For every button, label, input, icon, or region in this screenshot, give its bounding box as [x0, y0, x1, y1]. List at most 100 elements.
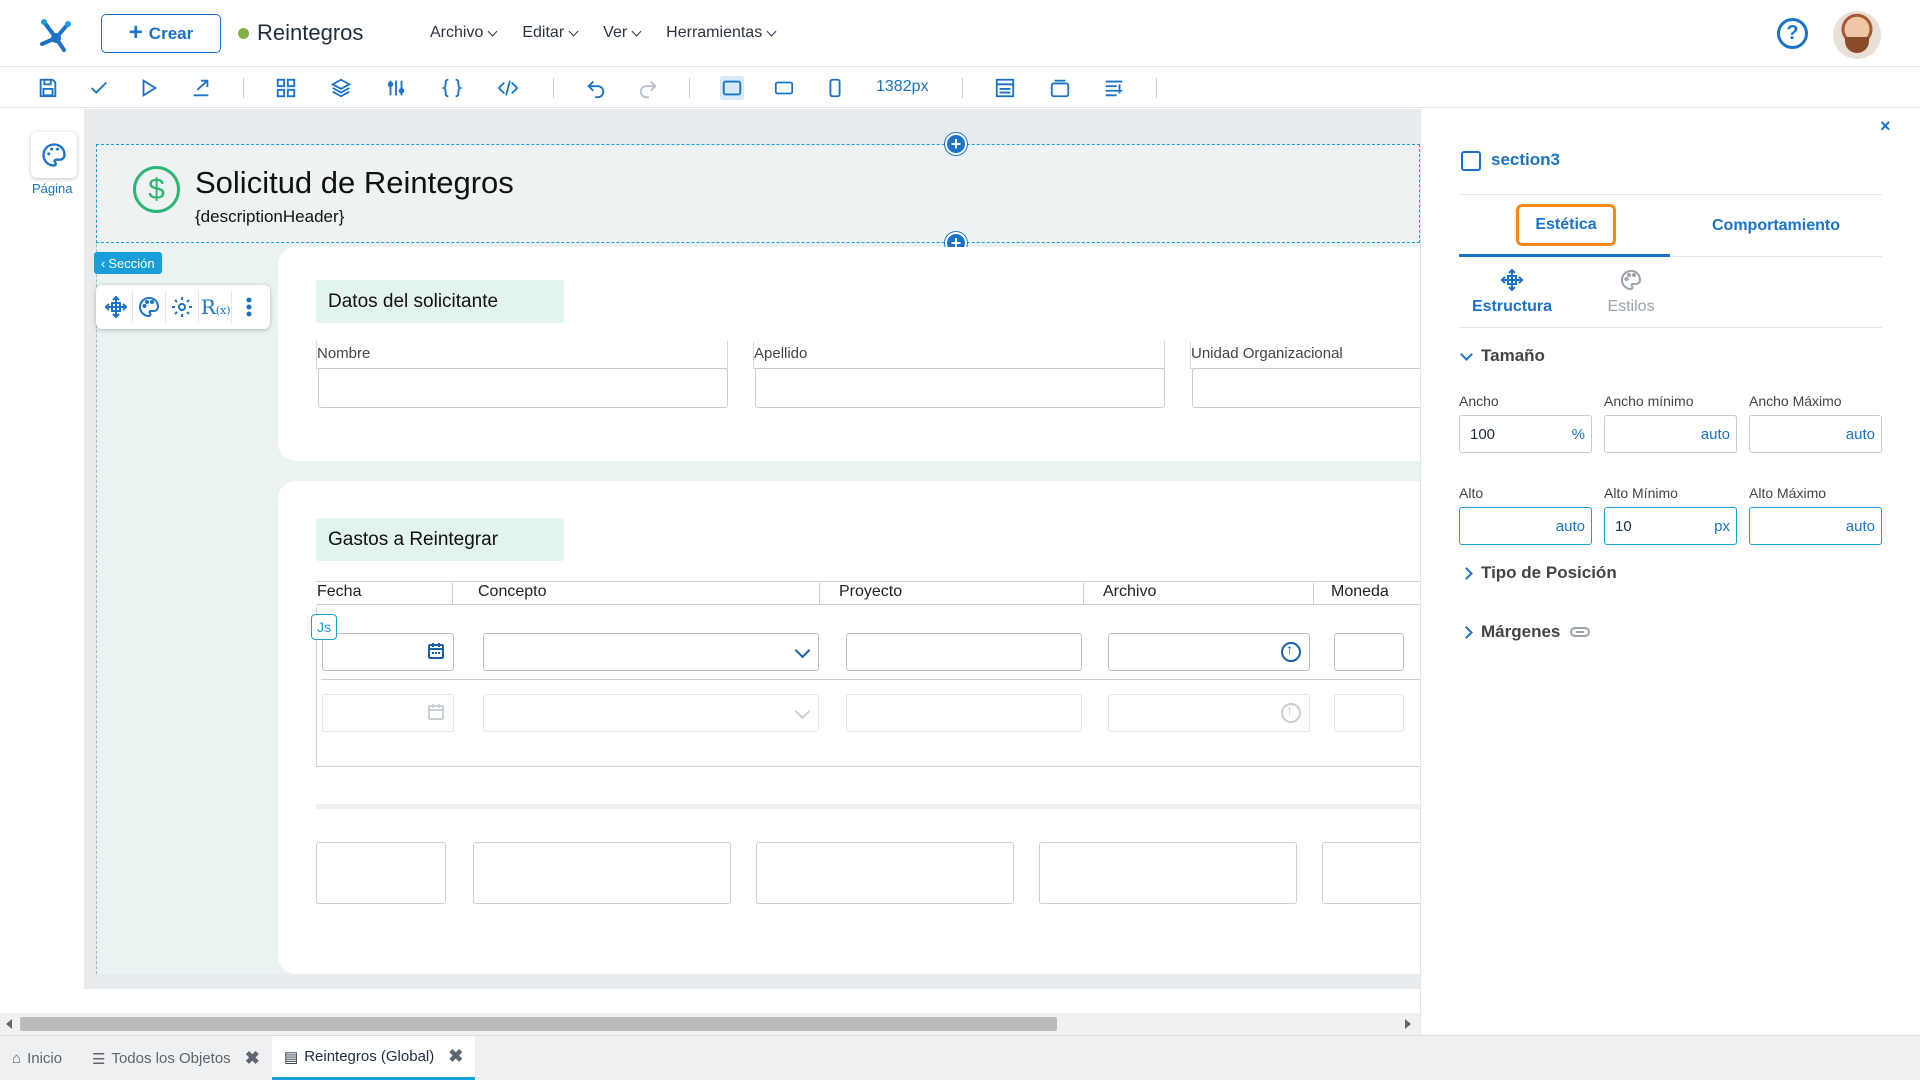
tab-todos-label: Todos los Objetos: [111, 1050, 231, 1067]
nombre-input[interactable]: [318, 368, 728, 408]
tab-comportamiento[interactable]: Comportamiento: [1712, 217, 1840, 235]
code-icon[interactable]: [496, 76, 520, 100]
field-frame: [316, 341, 728, 369]
tab-estetica[interactable]: Estética: [1516, 204, 1616, 246]
menu-ver[interactable]: Ver: [603, 24, 642, 42]
scroll-right-icon[interactable]: [1405, 1019, 1411, 1029]
menu-herramientas[interactable]: Herramientas: [666, 24, 777, 42]
create-button[interactable]: + Crear: [101, 14, 221, 53]
align-icon[interactable]: [1102, 76, 1126, 100]
tab-reintegros-global[interactable]: ▤ Reintegros (Global) ✖: [272, 1036, 476, 1080]
concepto-select[interactable]: [483, 694, 819, 732]
window-icon[interactable]: [1048, 76, 1072, 100]
braces-icon[interactable]: [440, 76, 464, 100]
archivo-input[interactable]: [1108, 633, 1310, 671]
toolbar-divider: [962, 78, 963, 98]
layers-icon[interactable]: [329, 76, 353, 100]
variables-icon[interactable]: [384, 76, 408, 100]
moneda-input[interactable]: [1334, 694, 1404, 732]
ancho-input[interactable]: 100 %: [1459, 415, 1592, 453]
accordion-tamano[interactable]: Tamaño: [1460, 346, 1545, 366]
menu-archivo[interactable]: Archivo: [430, 24, 498, 42]
alto-minimo-unit[interactable]: px: [1714, 518, 1730, 535]
field-frame: [753, 341, 1165, 369]
ancho-minimo-input[interactable]: auto: [1604, 415, 1737, 453]
accordion-tipo-posicion[interactable]: Tipo de Posición: [1460, 563, 1617, 583]
canvas-width-readout[interactable]: 1382px: [876, 78, 929, 96]
settings-icon[interactable]: [167, 291, 199, 323]
section-checkbox[interactable]: [1461, 151, 1481, 171]
grid-border: [321, 679, 1420, 680]
undo-icon[interactable]: [584, 76, 608, 100]
concepto-select[interactable]: [483, 633, 819, 671]
design-canvas[interactable]: $ Solicitud de Reintegros {descriptionHe…: [84, 109, 1420, 989]
accordion-tamano-label: Tamaño: [1481, 346, 1545, 365]
apellido-input[interactable]: [755, 368, 1165, 408]
scroll-left-icon[interactable]: [6, 1019, 12, 1029]
subtab-estilos[interactable]: Estilos: [1596, 268, 1666, 316]
tab-todos-los-objetos[interactable]: ☰ Todos los Objetos ✖: [92, 1036, 260, 1080]
link-icon[interactable]: [1570, 627, 1591, 637]
ancho-unit[interactable]: %: [1572, 426, 1585, 443]
summary-cell[interactable]: [473, 842, 731, 904]
palette-icon[interactable]: [134, 291, 166, 323]
divider: [316, 804, 1420, 809]
label-ancho-minimo: Ancho mínimo: [1604, 393, 1694, 409]
proyecto-input[interactable]: [846, 633, 1082, 671]
unidad-organizacional-input[interactable]: [1192, 368, 1420, 408]
move-icon: [1500, 268, 1524, 292]
horizontal-scrollbar[interactable]: [0, 1013, 1420, 1035]
save-icon[interactable]: [36, 76, 60, 100]
calendar-icon[interactable]: [427, 642, 445, 660]
toolbar-divider: [689, 78, 690, 98]
tablet-view-icon[interactable]: [772, 76, 796, 100]
upload-icon: [1281, 702, 1301, 723]
expression-icon[interactable]: R(x): [200, 291, 233, 323]
menu-editar[interactable]: Editar: [522, 24, 579, 42]
subtab-estructura[interactable]: Estructura: [1469, 268, 1555, 316]
mobile-view-icon[interactable]: [823, 76, 847, 100]
add-above-icon[interactable]: +: [945, 133, 967, 155]
redo-icon[interactable]: [636, 76, 660, 100]
alto-input[interactable]: auto: [1459, 507, 1592, 545]
summary-cell[interactable]: [756, 842, 1014, 904]
export-icon[interactable]: [189, 76, 213, 100]
help-icon[interactable]: ?: [1777, 18, 1808, 49]
proyecto-input[interactable]: [846, 694, 1082, 732]
summary-cell[interactable]: [316, 842, 446, 904]
label-alto-minimo: Alto Mínimo: [1604, 485, 1678, 501]
more-options-icon[interactable]: [233, 291, 265, 323]
desktop-view-icon[interactable]: [720, 76, 744, 100]
archivo-input[interactable]: [1108, 694, 1310, 732]
page-style-button[interactable]: [31, 132, 77, 178]
js-badge[interactable]: Js: [311, 614, 337, 640]
close-tab-icon[interactable]: ✖: [245, 1048, 260, 1069]
close-tab-icon[interactable]: ✖: [448, 1046, 463, 1067]
play-icon[interactable]: [137, 76, 161, 100]
app-logo-icon[interactable]: [36, 14, 76, 54]
alto-maximo-input[interactable]: auto: [1749, 507, 1882, 545]
moneda-input[interactable]: [1334, 633, 1404, 671]
avatar[interactable]: [1833, 11, 1881, 59]
summary-cell[interactable]: [1322, 842, 1420, 904]
accordion-margenes[interactable]: Márgenes: [1460, 622, 1591, 642]
close-icon[interactable]: ×: [1880, 116, 1891, 137]
tab-inicio[interactable]: ⌂ Inicio: [12, 1036, 62, 1080]
scrollbar-thumb[interactable]: [20, 1017, 1057, 1031]
grid-border: [1313, 583, 1314, 605]
layout-header-icon[interactable]: [993, 76, 1017, 100]
toolbar-divider: [1156, 78, 1157, 98]
alto-minimo-input[interactable]: 10 px: [1604, 507, 1737, 545]
section-selector-tag[interactable]: ‹ Sección: [94, 252, 162, 274]
ancho-maximo-input[interactable]: auto: [1749, 415, 1882, 453]
chevron-down-icon: [487, 26, 498, 36]
grid-border: [819, 583, 820, 605]
move-icon[interactable]: [101, 291, 133, 323]
header-section[interactable]: $ Solicitud de Reintegros {descriptionHe…: [96, 144, 1420, 243]
chevron-left-icon: ‹: [101, 255, 106, 271]
blocks-icon[interactable]: [274, 76, 298, 100]
check-icon[interactable]: [87, 76, 111, 100]
upload-icon[interactable]: [1281, 641, 1301, 662]
chevron-right-icon: [1460, 566, 1473, 580]
summary-cell[interactable]: [1039, 842, 1297, 904]
